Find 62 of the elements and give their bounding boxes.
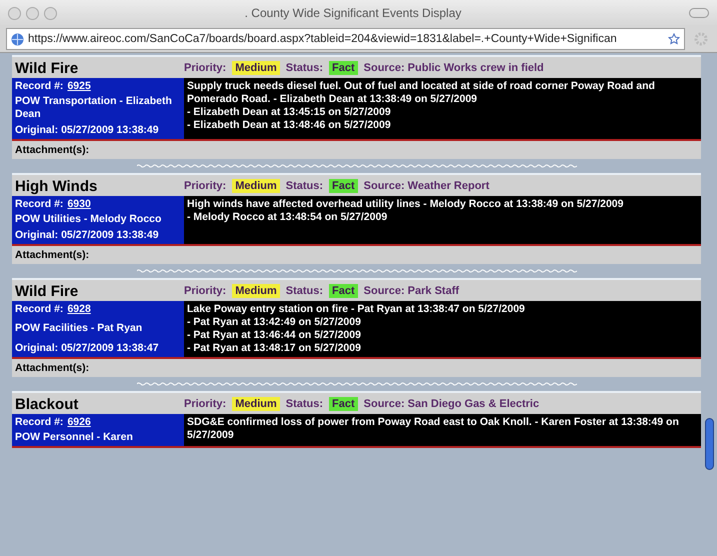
status-label: Status: — [286, 180, 324, 192]
record-link[interactable]: 6926 — [67, 416, 91, 428]
window-button[interactable] — [44, 6, 57, 20]
record-label: Record #: — [15, 80, 64, 92]
source-text: Source: San Diego Gas & Electric — [364, 398, 540, 410]
url-text: https://www.aireoc.com/SanCoCa7/boards/board.aspx?tableid=204&viewid=1831&label=.+County+Wide+Significan — [28, 33, 618, 45]
priority-label: Priority: — [184, 62, 226, 74]
record-owner: POW Personnel - Karen — [15, 431, 134, 444]
star-icon[interactable] — [668, 33, 680, 45]
status-tag: Fact — [329, 284, 358, 298]
record-link[interactable]: 6928 — [67, 303, 91, 315]
note-line: - Pat Ryan at 13:46:44 on 5/27/2009 — [187, 329, 362, 342]
source-text: Source: Public Works crew in field — [364, 62, 544, 74]
record-label: Record #: — [15, 198, 64, 210]
record-label: Record #: — [15, 416, 64, 428]
status-label: Status: — [286, 398, 324, 410]
scrollbar-thumb[interactable] — [705, 418, 714, 470]
priority-label: Priority: — [184, 180, 226, 192]
status-tag: Fact — [329, 60, 358, 74]
source-text: Source: Weather Report — [364, 180, 490, 192]
priority-label: Priority: — [184, 284, 226, 296]
note-line: High winds have affected overhead utility lines - Melody Rocco at 13:38:49 on 5/27/2009 — [187, 198, 624, 211]
window-button[interactable] — [26, 6, 39, 20]
note-line: Lake Poway entry station on fire - Pat Ryan at 13:38:47 on 5/27/2009 — [187, 303, 526, 316]
attachments-label: Attachment(s): — [12, 141, 701, 159]
record-label: Record #: — [15, 303, 64, 315]
priority-label: Priority: — [184, 398, 226, 410]
record-link[interactable]: 6925 — [67, 80, 91, 92]
attachments-label: Attachment(s): — [12, 359, 701, 377]
record-owner: POW Facilities - Pat Ryan — [15, 322, 144, 335]
status-tag: Fact — [329, 396, 358, 410]
record-link[interactable]: 6930 — [67, 198, 91, 210]
original-time: Original: 05/27/2009 13:38:49 — [15, 124, 160, 137]
pill-icon — [689, 8, 709, 18]
event-type: High Winds — [14, 177, 98, 195]
original-time: Original: 05/27/2009 13:38:47 — [15, 342, 160, 355]
note-line: Supply truck needs diesel fuel. Out of fuel and located at side of road corner Poway Road and Pomerado Road. - Elizabeth Dean at 13:38:49 on 5/27/2009 — [187, 80, 656, 106]
priority-tag: Medium — [232, 60, 280, 74]
original-time: Original: 05/27/2009 13:38:49 — [15, 229, 160, 242]
window-title: . County Wide Significant Events Display — [244, 6, 462, 20]
event-type: Wild Fire — [14, 59, 80, 77]
note-line: - Elizabeth Dean at 13:48:46 on 5/27/2009 — [187, 119, 392, 132]
status-tag: Fact — [329, 178, 358, 192]
note-line: - Melody Rocco at 13:48:54 on 5/27/2009 — [187, 211, 388, 224]
note-line: - Pat Ryan at 13:42:49 on 5/27/2009 — [187, 316, 362, 329]
note-line: SDG&E confirmed loss of power from Poway Road east to Oak Knoll. - Karen Foster at 13:38:49 on 5/27/2009 — [187, 416, 680, 442]
window-button[interactable] — [8, 6, 21, 20]
event-type: Blackout — [14, 395, 80, 413]
priority-tag: Medium — [232, 178, 280, 192]
event-type: Wild Fire — [14, 282, 80, 300]
address-field[interactable]: https://www.aireoc.com/SanCoCa7/boards/board.aspx?tableid=204&viewid=1831&label=.+County+Wide+Significan — [6, 28, 685, 50]
attachments-label: Attachment(s): — [12, 246, 701, 264]
status-label: Status: — [286, 284, 324, 296]
note-line: - Pat Ryan at 13:48:17 on 5/27/2009 — [187, 342, 362, 355]
globe-icon — [11, 32, 24, 46]
record-owner: POW Utilities - Melody Rocco — [15, 213, 162, 226]
priority-tag: Medium — [232, 284, 280, 298]
status-label: Status: — [286, 62, 324, 74]
note-line: - Elizabeth Dean at 13:45:15 on 5/27/2009 — [187, 106, 392, 119]
record-owner: POW Transportation - Elizabeth Dean — [15, 95, 173, 121]
source-text: Source: Park Staff — [364, 284, 460, 296]
priority-tag: Medium — [232, 396, 280, 410]
